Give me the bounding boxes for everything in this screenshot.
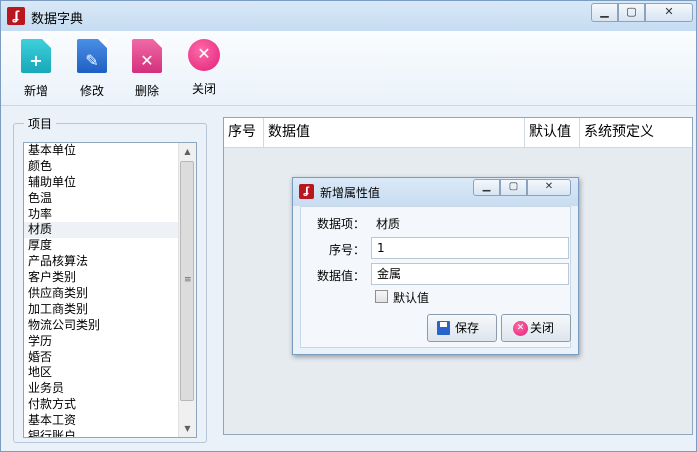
- column-header-system-predefined[interactable]: 系统预定义: [580, 118, 692, 147]
- scrollbar-thumb[interactable]: ≡: [180, 161, 194, 401]
- delete-button[interactable]: ✕ 删除: [122, 39, 172, 103]
- list-item[interactable]: 颜色: [24, 159, 180, 175]
- list-item[interactable]: 物流公司类别: [24, 318, 180, 334]
- edit-document-icon: ✎: [77, 39, 107, 73]
- toolbar: + 新增 ✎ 修改 ✕ 删除 ✕ 关闭: [1, 31, 696, 106]
- window-title: 数据字典: [31, 12, 84, 27]
- grip-icon: ≡: [184, 275, 192, 285]
- list-item[interactable]: 基本单位: [24, 143, 180, 159]
- project-list-items: 基本单位 颜色 辅助单位 色温 功率 材质 厚度 产品核算法 客户类别 供应商类别 加工商类别 物流公…: [24, 143, 180, 437]
- dialog-close-window-button[interactable]: ✕: [527, 179, 571, 196]
- edit-button-label: 修改: [79, 84, 104, 98]
- delete-button-label: 删除: [134, 84, 159, 98]
- delete-document-icon: ✕: [132, 39, 162, 73]
- minimize-button[interactable]: ▁: [591, 3, 618, 22]
- project-groupbox: 项目 基本单位 颜色 辅助单位 色温 功率 材质 厚度 产品核算法 客户类别 供应商类别 加工商类别…: [13, 115, 207, 443]
- default-checkbox-label[interactable]: 默认值: [393, 289, 429, 306]
- save-button-label: 保存: [455, 321, 480, 335]
- dialog-close-button-label: 关闭: [530, 321, 555, 335]
- list-item[interactable]: 辅助单位: [24, 175, 180, 191]
- index-input[interactable]: 1: [371, 237, 569, 259]
- dialog-logo-icon: ʆ: [299, 184, 314, 199]
- list-item[interactable]: 付款方式: [24, 397, 180, 413]
- vertical-scrollbar[interactable]: ▲ ≡ ▼: [178, 143, 196, 437]
- project-list[interactable]: 基本单位 颜色 辅助单位 色温 功率 材质 厚度 产品核算法 客户类别 供应商类别 加工商类别 物流公…: [23, 142, 197, 438]
- floppy-disk-icon: [437, 321, 450, 335]
- scroll-down-arrow-icon[interactable]: ▼: [179, 420, 196, 437]
- dialog-title-bar[interactable]: ʆ 新增属性值 ▁ ▢ ✕: [293, 178, 578, 206]
- plus-icon: +: [29, 51, 43, 70]
- list-item[interactable]: 业务员: [24, 381, 180, 397]
- groupbox-title: 项目: [24, 115, 57, 132]
- app-logo-icon: ʆ: [7, 7, 25, 25]
- save-button[interactable]: 保存: [427, 314, 497, 342]
- add-button[interactable]: + 新增: [11, 39, 61, 103]
- add-attribute-dialog: ʆ 新增属性值 ▁ ▢ ✕ 数据项： 材质 序号： 1 数据值： 金属 默认值 …: [292, 177, 579, 355]
- default-checkbox[interactable]: [375, 290, 388, 303]
- x-icon: ✕: [197, 44, 211, 63]
- list-item[interactable]: 加工商类别: [24, 302, 180, 318]
- add-button-label: 新增: [23, 84, 48, 98]
- close-window-button[interactable]: ✕: [645, 3, 693, 22]
- page-fold-icon: [98, 39, 107, 48]
- list-item[interactable]: 客户类别: [24, 270, 180, 286]
- close-circle-icon: ✕: [188, 39, 220, 71]
- page-fold-icon: [153, 39, 162, 48]
- value-input[interactable]: 金属: [371, 263, 569, 285]
- dialog-maximize-button[interactable]: ▢: [500, 179, 527, 196]
- close-button[interactable]: ✕ 关闭: [179, 39, 229, 103]
- dialog-close-button[interactable]: ✕ 关闭: [501, 314, 571, 342]
- list-item[interactable]: 产品核算法: [24, 254, 180, 270]
- data-item-label: 数据项：: [317, 217, 366, 231]
- page-fold-icon: [42, 39, 51, 48]
- pencil-icon: ✎: [85, 51, 99, 70]
- column-header-value[interactable]: 数据值: [264, 118, 525, 147]
- value-label: 数据值：: [317, 269, 366, 283]
- list-item[interactable]: 婚否: [24, 350, 180, 366]
- close-button-label: 关闭: [191, 82, 216, 96]
- add-document-icon: +: [21, 39, 51, 73]
- index-label: 序号：: [329, 243, 366, 257]
- list-item[interactable]: 材质: [24, 222, 180, 239]
- dialog-minimize-button[interactable]: ▁: [473, 179, 500, 196]
- maximize-button[interactable]: ▢: [618, 3, 645, 22]
- edit-button[interactable]: ✎ 修改: [67, 39, 117, 103]
- column-header-default[interactable]: 默认值: [525, 118, 580, 147]
- table-header: 序号 数据值 默认值 系统预定义: [224, 118, 692, 148]
- column-header-index[interactable]: 序号: [224, 118, 264, 147]
- list-item[interactable]: 色温: [24, 191, 180, 207]
- data-item-value: 材质: [376, 217, 401, 231]
- list-item[interactable]: 学历: [24, 334, 180, 350]
- list-item[interactable]: 地区: [24, 365, 180, 381]
- close-circle-icon: ✕: [513, 321, 528, 336]
- x-icon: ✕: [140, 51, 154, 70]
- dialog-title: 新增属性值: [320, 186, 381, 200]
- scroll-up-arrow-icon[interactable]: ▲: [179, 143, 196, 160]
- list-item[interactable]: 供应商类别: [24, 286, 180, 302]
- title-bar[interactable]: ʆ 数据字典 ▁ ▢ ✕: [1, 1, 696, 31]
- dialog-body: 数据项： 材质 序号： 1 数据值： 金属 默认值 保存 ✕ 关闭: [300, 206, 571, 348]
- list-item[interactable]: 厚度: [24, 238, 180, 254]
- list-item[interactable]: 功率: [24, 207, 180, 223]
- list-item[interactable]: 银行账户: [24, 429, 180, 437]
- list-item[interactable]: 基本工资: [24, 413, 180, 429]
